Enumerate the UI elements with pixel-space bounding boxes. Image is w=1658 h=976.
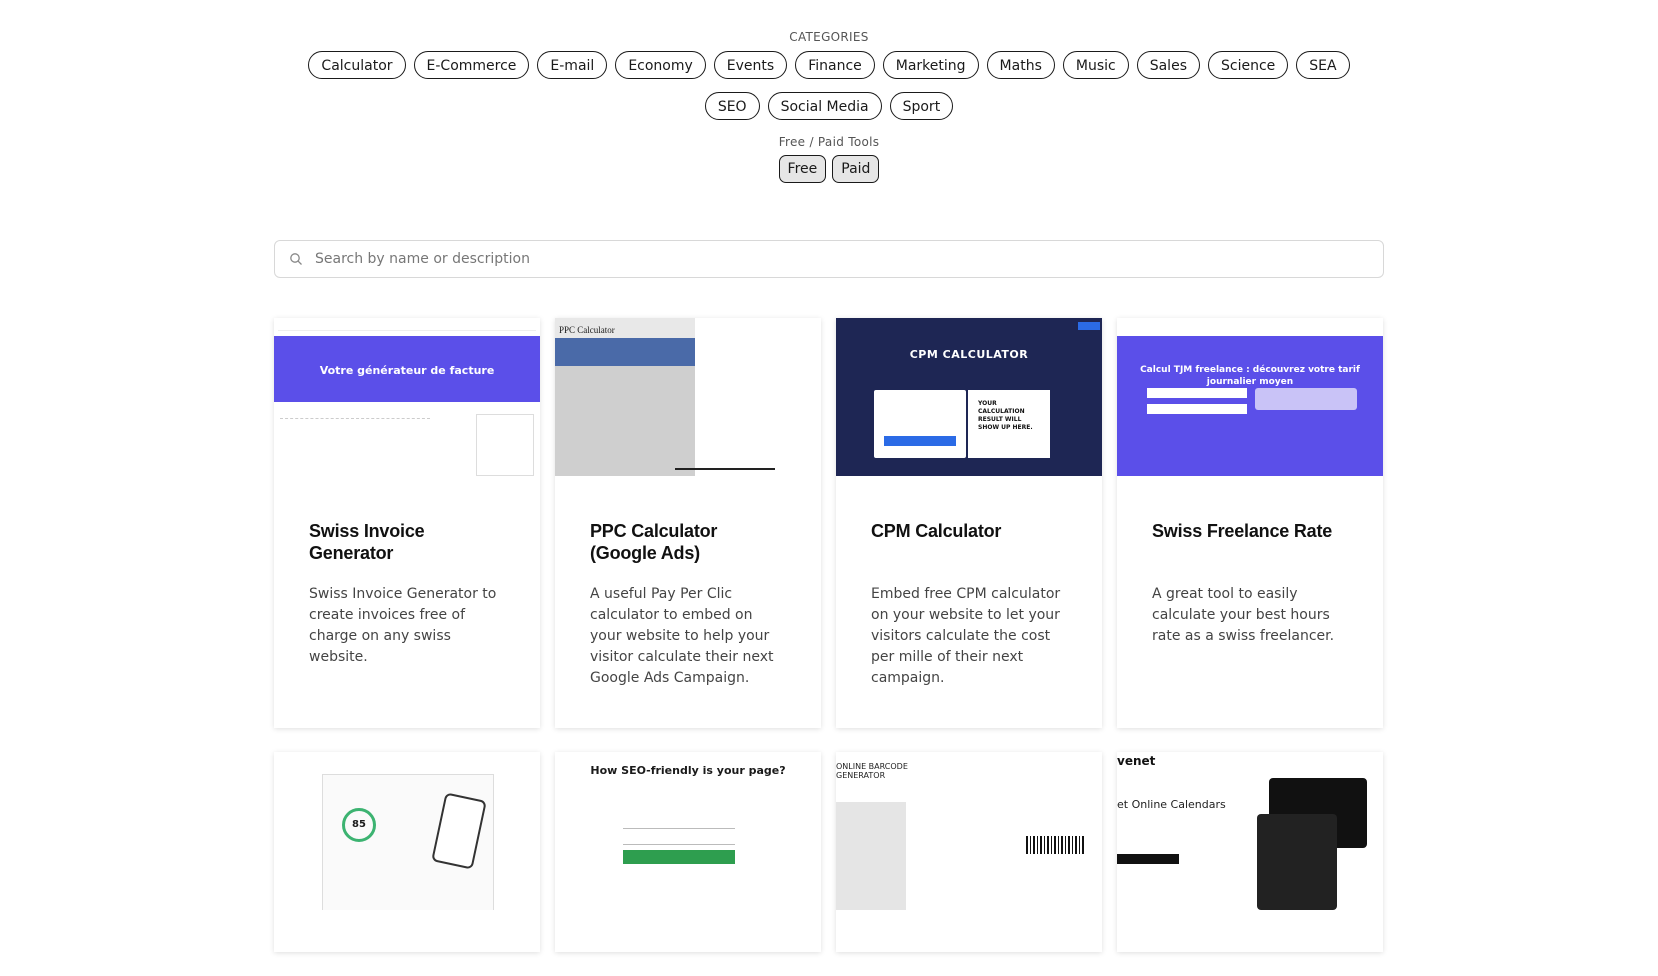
tool-thumbnail: Votre générateur de facture xyxy=(274,318,540,476)
tool-thumbnail: PPC Calculator xyxy=(555,318,821,476)
categories-label: CATEGORIES xyxy=(789,30,869,44)
thumb-heading: et Online Calendars xyxy=(1117,798,1226,811)
category-music[interactable]: Music xyxy=(1062,51,1129,79)
thumb-heading: How SEO-friendly is your page? xyxy=(590,764,786,777)
thumb-score-gauge: 85 xyxy=(342,808,376,842)
search-icon xyxy=(290,253,302,265)
tool-card-seo-score[interactable]: 85 xyxy=(274,752,540,952)
tool-card-swiss-freelance-rate[interactable]: Calcul TJM freelance : découvrez votre t… xyxy=(1117,318,1383,728)
tool-thumbnail: ONLINE BARCODE GENERATOR xyxy=(836,752,1102,910)
thumb-panel xyxy=(476,414,534,476)
category-social-media[interactable]: Social Media xyxy=(767,92,882,120)
category-marketing[interactable]: Marketing xyxy=(882,51,979,79)
tool-card-barcode-generator[interactable]: ONLINE BARCODE GENERATOR xyxy=(836,752,1102,952)
thumb-cta xyxy=(1078,322,1100,330)
tool-thumbnail: How SEO-friendly is your page? xyxy=(555,752,821,910)
tool-card-online-calendars[interactable]: venet et Online Calendars xyxy=(1117,752,1383,952)
tool-thumbnail: 85 xyxy=(274,752,540,910)
category-science[interactable]: Science xyxy=(1207,51,1289,79)
category-e-mail[interactable]: E-mail xyxy=(537,51,608,79)
tool-description: Swiss Invoice Generator to create invoic… xyxy=(309,586,497,665)
thumb-banner: Votre générateur de facture xyxy=(274,336,540,402)
category-maths[interactable]: Maths xyxy=(986,51,1055,79)
card-body: Swiss Invoice Generator Swiss Invoice Ge… xyxy=(274,476,540,668)
thumb-heading: CPM CALCULATOR xyxy=(909,348,1029,361)
thumb-output xyxy=(1255,388,1357,410)
thumb-header: PPC Calculator xyxy=(555,318,695,338)
tool-title: Swiss Freelance Rate xyxy=(1152,521,1333,541)
category-economy[interactable]: Economy xyxy=(615,51,706,79)
category-e-commerce[interactable]: E-Commerce xyxy=(413,51,530,79)
thumb-screen xyxy=(1257,814,1337,910)
tool-description: A useful Pay Per Clic calculator to embe… xyxy=(590,586,774,686)
thumb-button xyxy=(623,850,735,864)
thumb-intro xyxy=(555,338,695,366)
card-body: PPC Calculator (Google Ads) A useful Pay… xyxy=(555,476,821,689)
tool-card-ppc-calculator[interactable]: PPC Calculator PPC Calculator (Google Ad… xyxy=(555,318,821,728)
thumb-sidebar xyxy=(836,802,906,910)
tool-description: Embed free CPM calculator on your websit… xyxy=(871,586,1061,686)
thumb-spreadsheet: PPC Calculator xyxy=(555,318,695,476)
thumb-heading: Calcul TJM freelance : découvrez votre t… xyxy=(1140,365,1360,387)
category-seo[interactable]: SEO xyxy=(704,92,760,120)
thumb-form xyxy=(280,418,430,469)
category-sales[interactable]: Sales xyxy=(1136,51,1200,79)
price-filter-label: Free / Paid Tools xyxy=(778,135,880,149)
search-bar xyxy=(274,240,1384,278)
thumb-heading: PPC Calculator xyxy=(559,325,615,335)
tool-description: A great tool to easily calculate your be… xyxy=(1152,586,1335,644)
tool-card-cpm-calculator[interactable]: CPM CALCULATOR YOUR CALCULATION RESULT W… xyxy=(836,318,1102,728)
thumb-button xyxy=(884,436,956,446)
thumb-input xyxy=(1147,388,1247,398)
tool-thumbnail: CPM CALCULATOR YOUR CALCULATION RESULT W… xyxy=(836,318,1102,476)
thumb-nav xyxy=(278,322,536,331)
thumb-form xyxy=(874,390,966,458)
card-body: Swiss Freelance Rate A great tool to eas… xyxy=(1117,476,1383,647)
tool-grid: Votre générateur de facture Swiss Invoic… xyxy=(274,318,1384,976)
page: CATEGORIES Calculator E-Commerce E-mail … xyxy=(274,0,1384,976)
category-finance[interactable]: Finance xyxy=(795,51,875,79)
tool-thumbnail: Calcul TJM freelance : découvrez votre t… xyxy=(1117,318,1383,476)
thumb-input xyxy=(623,834,735,845)
category-filters: Calculator E-Commerce E-mail Economy Eve… xyxy=(304,51,1354,125)
thumb-input xyxy=(1147,404,1247,414)
thumb-result: YOUR CALCULATION RESULT WILL SHOW UP HER… xyxy=(968,390,1050,458)
thumb-logo: venet xyxy=(1117,754,1156,768)
tool-title: CPM Calculator xyxy=(871,521,1002,541)
category-sea[interactable]: SEA xyxy=(1296,51,1350,79)
search-input[interactable] xyxy=(313,250,1383,268)
price-filters: Free Paid xyxy=(274,155,1384,183)
thumb-logo: ONLINE BARCODE GENERATOR xyxy=(836,762,908,780)
tool-card-seo-friendly-check[interactable]: How SEO-friendly is your page? xyxy=(555,752,821,952)
thumb-result-text: YOUR CALCULATION RESULT WILL SHOW UP HER… xyxy=(978,400,1033,431)
tool-title: Swiss Invoice Generator xyxy=(309,521,425,563)
category-calculator[interactable]: Calculator xyxy=(308,51,406,79)
card-body: CPM Calculator Embed free CPM calculator… xyxy=(836,476,1102,689)
tool-card-swiss-invoice-generator[interactable]: Votre générateur de facture Swiss Invoic… xyxy=(274,318,540,728)
tool-thumbnail: venet et Online Calendars xyxy=(1117,752,1383,910)
barcode-icon xyxy=(1026,836,1086,854)
tool-title: PPC Calculator (Google Ads) xyxy=(590,521,718,563)
thumb-scrollbar xyxy=(675,468,775,470)
price-free-button[interactable]: Free xyxy=(778,155,827,183)
thumb-button xyxy=(1117,854,1179,864)
thumb-heading: Votre générateur de facture xyxy=(319,364,495,377)
thumb-input xyxy=(623,818,735,829)
category-events[interactable]: Events xyxy=(713,51,788,79)
category-sport[interactable]: Sport xyxy=(889,92,954,120)
price-paid-button[interactable]: Paid xyxy=(832,155,880,183)
